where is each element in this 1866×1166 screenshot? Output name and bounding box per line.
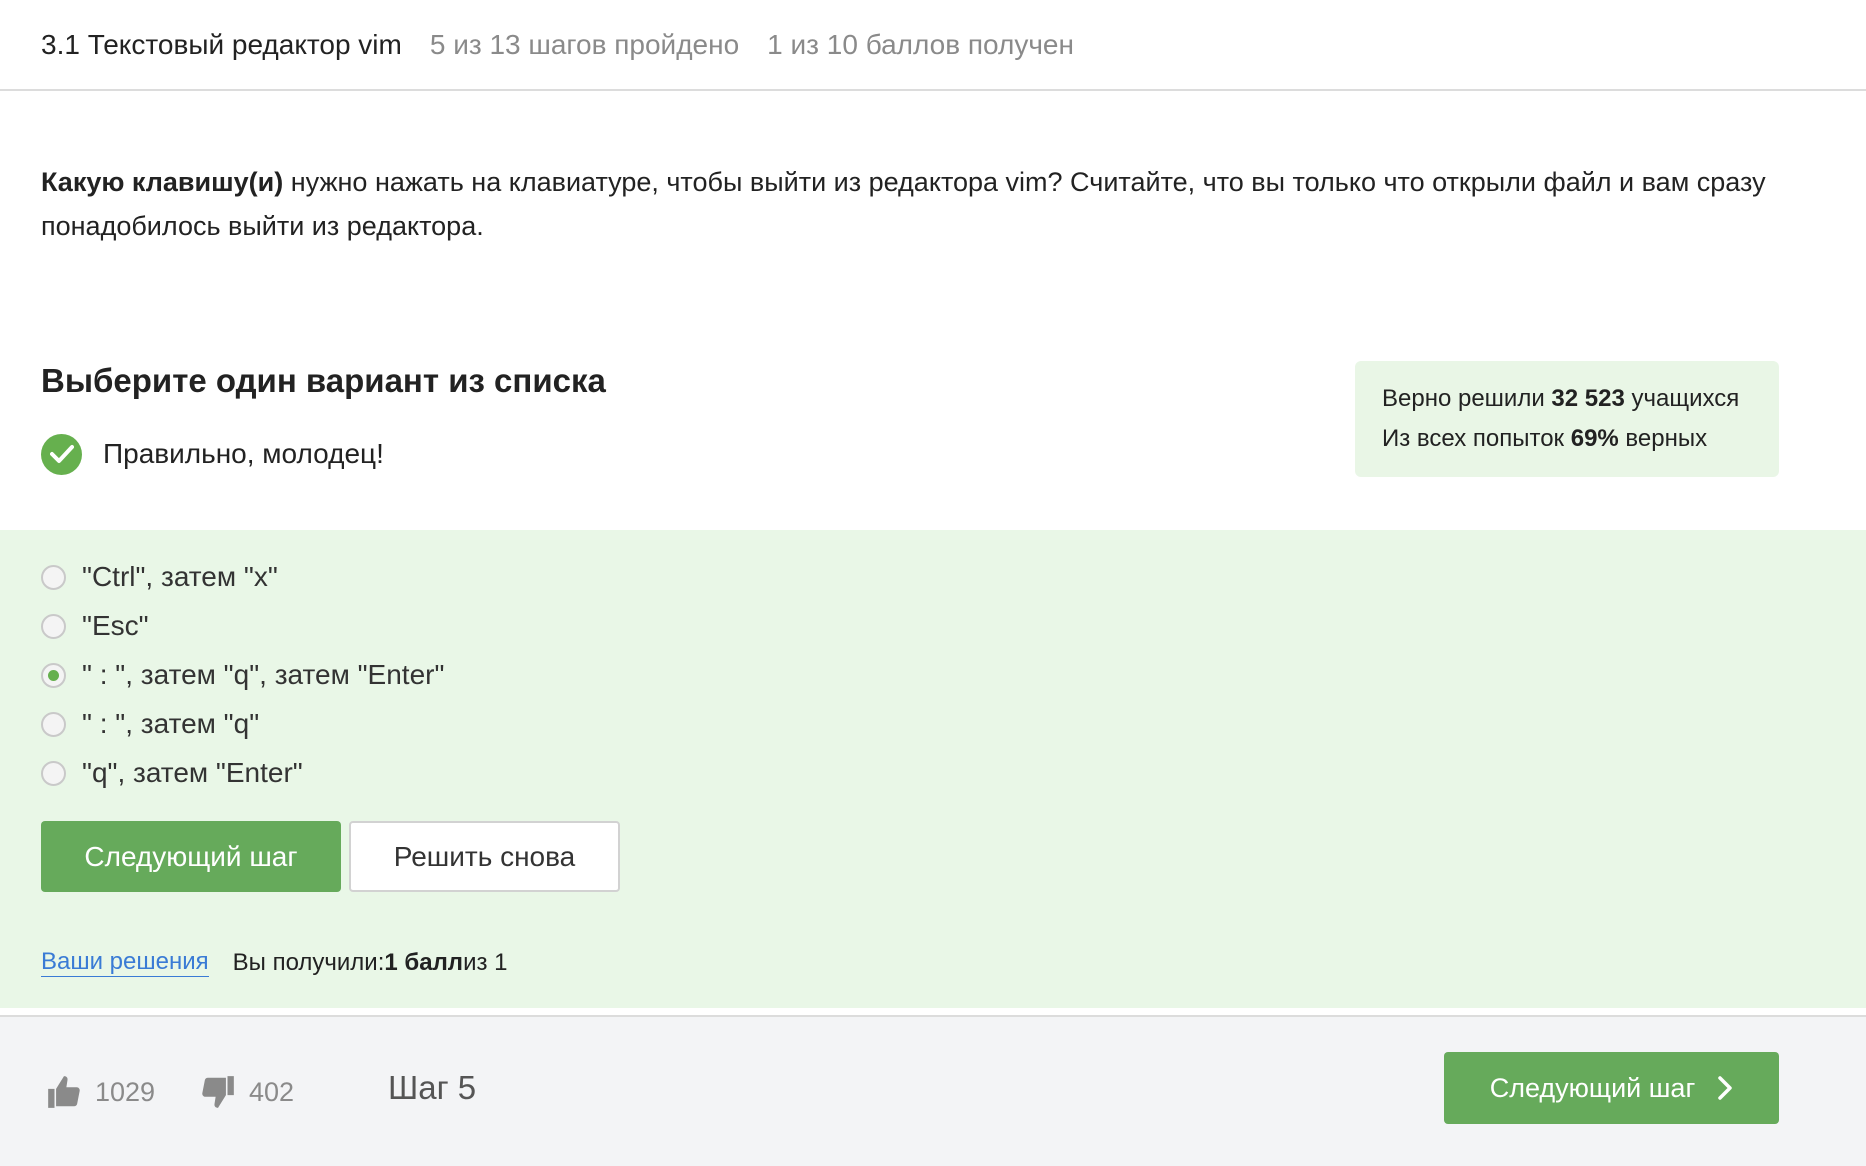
stats-attempts: Из всех попыток 69% верных — [1382, 419, 1752, 459]
like-count: 1029 — [95, 1076, 156, 1107]
stats-solved-prefix: Верно решили — [1382, 385, 1552, 412]
result-score: 1 балл — [384, 948, 464, 976]
chevron-right-icon — [1718, 1076, 1733, 1100]
radio-button[interactable] — [41, 711, 66, 737]
option-label: " : ", затем "q", затем "Enter" — [82, 659, 445, 690]
like-button[interactable]: 1029 — [45, 1072, 155, 1112]
answer-area: "Ctrl", затем "x" "Esc" " : ", затем "q"… — [0, 530, 1866, 1008]
radio-button[interactable] — [41, 564, 66, 590]
lesson-title[interactable]: 3.1 Текстовый редактор vim — [41, 29, 402, 61]
result-row: Ваши решения Вы получили: 1 балл из 1 — [41, 948, 508, 977]
stats-solved: Верно решили 32 523 учащихся — [1382, 379, 1752, 419]
option-colon-q[interactable]: " : ", затем "q" — [41, 704, 259, 744]
next-step-button[interactable]: Следующий шаг — [41, 821, 341, 892]
stats-attempts-suffix: верных — [1618, 425, 1708, 452]
radio-button[interactable] — [41, 760, 66, 786]
points-progress: 1 из 10 баллов получен — [767, 28, 1074, 60]
option-ctrl-x[interactable]: "Ctrl", затем "x" — [41, 557, 278, 597]
option-colon-q-enter[interactable]: " : ", затем "q", затем "Enter" — [41, 655, 444, 695]
thumbs-up-icon — [48, 1076, 80, 1108]
retry-button[interactable]: Решить снова — [349, 821, 620, 892]
footer-next-step-button[interactable]: Следующий шаг — [1444, 1052, 1779, 1124]
lesson-header: 3.1 Текстовый редактор vim 5 из 13 шагов… — [0, 0, 1866, 91]
choose-title: Выберите один вариант из списка — [41, 362, 606, 399]
footer-next-label: Следующий шаг — [1489, 1072, 1696, 1103]
stats-attempts-prefix: Из всех попыток — [1382, 425, 1571, 452]
result-prefix: Вы получили: — [232, 948, 385, 976]
radio-button-selected[interactable] — [41, 662, 66, 688]
stats-solved-value: 32 523 — [1551, 385, 1625, 412]
option-esc[interactable]: "Esc" — [41, 606, 149, 646]
question-bold: Какую клавишу(и) — [41, 167, 284, 197]
option-label: " : ", затем "q" — [82, 708, 260, 739]
feedback-row: Правильно, молодец! — [41, 433, 384, 475]
dislike-button[interactable]: 402 — [199, 1072, 294, 1112]
option-label: "Ctrl", затем "x" — [82, 561, 278, 592]
option-q-enter[interactable]: "q", затем "Enter" — [41, 753, 303, 793]
steps-progress: 5 из 13 шагов пройдено — [429, 28, 740, 60]
radio-dot-icon — [48, 669, 59, 681]
question-text: Какую клавишу(и) нужно нажать на клавиат… — [41, 160, 1781, 248]
radio-button[interactable] — [41, 613, 66, 639]
feedback-text: Правильно, молодец! — [103, 438, 384, 469]
result-suffix: из 1 — [463, 948, 508, 976]
footer-bar: 1029 402 Шаг 5 Следующий шаг — [0, 1015, 1866, 1166]
stats-attempts-value: 69% — [1570, 425, 1619, 452]
option-label: "q", затем "Enter" — [82, 757, 303, 788]
step-label: Шаг 5 — [388, 1069, 477, 1106]
check-icon — [41, 433, 82, 475]
thumbs-down-icon — [202, 1076, 234, 1108]
question-rest: нужно нажать на клавиатуре, чтобы выйти … — [41, 167, 1766, 241]
option-label: "Esc" — [82, 610, 149, 641]
stats-solved-suffix: учащихся — [1624, 385, 1740, 412]
dislike-count: 402 — [249, 1076, 295, 1107]
your-solutions-link[interactable]: Ваши решения — [41, 948, 209, 977]
stats-box: Верно решили 32 523 учащихся Из всех поп… — [1355, 361, 1779, 477]
